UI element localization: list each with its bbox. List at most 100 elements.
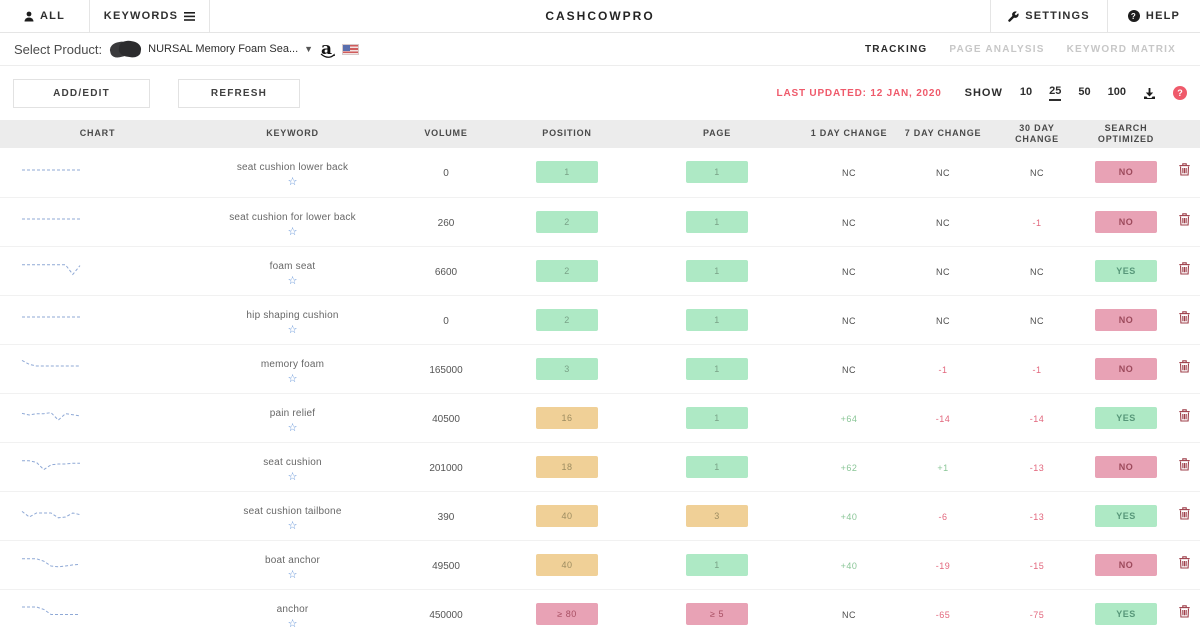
help-circle-icon[interactable]: ? [1173, 86, 1187, 100]
page-badge: 1 [686, 554, 748, 576]
trash-icon[interactable] [1179, 409, 1190, 427]
delete-cell [1168, 589, 1200, 638]
page-cell: 1 [632, 344, 802, 393]
position-badge: 18 [536, 456, 598, 478]
trash-icon[interactable] [1179, 311, 1190, 329]
col-page: PAGE [632, 120, 802, 148]
refresh-button[interactable]: REFRESH [178, 79, 300, 108]
star-icon[interactable]: ☆ [195, 521, 390, 531]
page-size-10[interactable]: 10 [1020, 86, 1032, 100]
position-badge: 16 [536, 407, 598, 429]
change-1day-value: +40 [841, 561, 858, 571]
star-icon[interactable]: ☆ [195, 325, 390, 335]
keyword-text: pain relief [270, 408, 316, 419]
table-row: pain relief☆40500161+64-14-14YES [0, 393, 1200, 442]
change-30day-value: -15 [1030, 561, 1045, 571]
trash-icon[interactable] [1179, 213, 1190, 231]
change-7day-cell: -1 [896, 344, 990, 393]
nav-tab-help[interactable]: ? HELP [1107, 0, 1200, 32]
chart-cell [0, 197, 195, 246]
star-icon[interactable]: ☆ [195, 227, 390, 237]
wrench-icon [1008, 11, 1019, 22]
nav-tab-settings[interactable]: SETTINGS [990, 0, 1107, 32]
keyword-text: seat cushion tailbone [243, 506, 341, 517]
download-icon[interactable] [1143, 87, 1156, 100]
change-30day-value: -13 [1030, 463, 1045, 473]
page-size-25[interactable]: 25 [1049, 85, 1061, 101]
star-icon[interactable]: ☆ [195, 472, 390, 482]
page-cell: 1 [632, 540, 802, 589]
optimized-cell: YES [1084, 393, 1168, 442]
change-1day-cell: NC [802, 246, 896, 295]
trash-icon[interactable] [1179, 163, 1190, 181]
trash-icon[interactable] [1179, 262, 1190, 280]
view-tabs: TRACKING PAGE ANALYSIS KEYWORD MATRIX [865, 44, 1186, 55]
chevron-down-icon[interactable]: ▼ [304, 44, 313, 54]
optimized-cell: NO [1084, 540, 1168, 589]
optimized-badge: NO [1095, 161, 1157, 183]
star-icon[interactable]: ☆ [195, 619, 390, 629]
tab-page-analysis[interactable]: PAGE ANALYSIS [949, 44, 1044, 55]
amazon-icon: a [321, 44, 332, 54]
optimized-cell: YES [1084, 491, 1168, 540]
page-size-50[interactable]: 50 [1078, 86, 1090, 100]
change-7day-value: -19 [936, 561, 951, 571]
optimized-cell: NO [1084, 148, 1168, 197]
change-7day-cell: -6 [896, 491, 990, 540]
tab-tracking[interactable]: TRACKING [865, 44, 927, 55]
product-bar: Select Product: NURSAL Memory Foam Sea..… [0, 33, 1200, 66]
volume-cell: 450000 [390, 589, 502, 638]
optimized-badge: YES [1095, 407, 1157, 429]
page-badge: 1 [686, 358, 748, 380]
change-7day-value: NC [936, 218, 950, 228]
change-1day-value: NC [842, 365, 856, 375]
change-30day-cell: NC [990, 246, 1084, 295]
volume-cell: 390 [390, 491, 502, 540]
volume-value: 49500 [432, 561, 460, 572]
change-30day-value: NC [1030, 267, 1044, 277]
optimized-cell: YES [1084, 589, 1168, 638]
position-badge: 40 [536, 505, 598, 527]
page-size-100[interactable]: 100 [1108, 86, 1126, 100]
change-7day-value: NC [936, 316, 950, 326]
col-volume: VOLUME [390, 120, 502, 148]
delete-cell [1168, 148, 1200, 197]
change-1day-cell: NC [802, 148, 896, 197]
change-30day-value: -1 [1032, 218, 1041, 228]
keyword-table: CHART KEYWORD VOLUME POSITION PAGE 1 DAY… [0, 120, 1200, 638]
nav-tab-all[interactable]: ALL [0, 0, 90, 32]
change-7day-cell: +1 [896, 442, 990, 491]
nav-tab-keywords[interactable]: KEYWORDS [90, 0, 210, 32]
optimized-badge: YES [1095, 505, 1157, 527]
star-icon[interactable]: ☆ [195, 276, 390, 286]
trash-icon[interactable] [1179, 360, 1190, 378]
last-updated-text: LAST UPDATED: 12 JAN, 2020 [777, 88, 942, 99]
change-30day-value: NC [1030, 316, 1044, 326]
optimized-badge: NO [1095, 358, 1157, 380]
change-1day-cell: NC [802, 344, 896, 393]
optimized-cell: NO [1084, 197, 1168, 246]
chart-cell [0, 393, 195, 442]
keyword-cell: foam seat☆ [195, 246, 390, 295]
product-name[interactable]: NURSAL Memory Foam Sea... [148, 43, 298, 55]
col-1day-change: 1 DAY CHANGE [802, 120, 896, 148]
brand-title: CASHCOWPRO [210, 0, 990, 32]
star-icon[interactable]: ☆ [195, 177, 390, 187]
add-edit-button[interactable]: ADD/EDIT [13, 79, 150, 108]
trash-icon[interactable] [1179, 507, 1190, 525]
show-label: SHOW [965, 87, 1003, 99]
star-icon[interactable]: ☆ [195, 423, 390, 433]
trash-icon[interactable] [1179, 556, 1190, 574]
optimized-cell: NO [1084, 442, 1168, 491]
star-icon[interactable]: ☆ [195, 374, 390, 384]
optimized-cell: NO [1084, 344, 1168, 393]
star-icon[interactable]: ☆ [195, 570, 390, 580]
volume-cell: 0 [390, 295, 502, 344]
trash-icon[interactable] [1179, 605, 1190, 623]
table-row: hip shaping cushion☆021NCNCNCNO [0, 295, 1200, 344]
change-1day-value: NC [842, 610, 856, 620]
tab-keyword-matrix[interactable]: KEYWORD MATRIX [1067, 44, 1176, 55]
page-badge: 1 [686, 211, 748, 233]
sparkline-chart [20, 257, 82, 279]
trash-icon[interactable] [1179, 458, 1190, 476]
